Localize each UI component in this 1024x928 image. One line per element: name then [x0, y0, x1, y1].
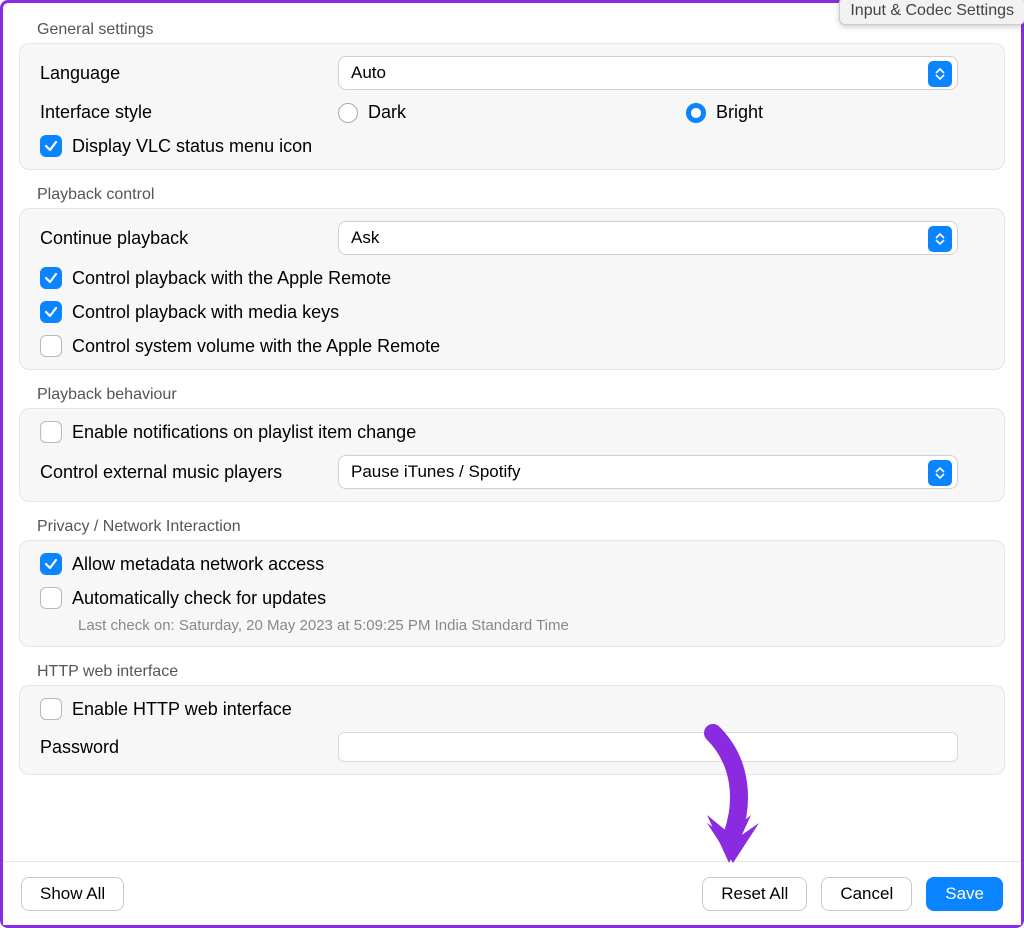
tooltip-input-codec-settings: Input & Codec Settings [839, 0, 1024, 25]
password-input[interactable] [338, 732, 958, 762]
updown-icon [928, 460, 952, 486]
cancel-button[interactable]: Cancel [821, 877, 912, 911]
label-language: Language [34, 63, 324, 84]
checkbox-label: Enable notifications on playlist item ch… [72, 422, 416, 443]
label-continue-playback: Continue playback [34, 228, 324, 249]
radio-dark[interactable]: Dark [338, 102, 406, 123]
select-external-players-value: Pause iTunes / Spotify [351, 462, 520, 482]
label-external-players: Control external music players [34, 462, 324, 483]
save-button[interactable]: Save [926, 877, 1003, 911]
updown-icon [928, 226, 952, 252]
section-title-playback-behaviour: Playback behaviour [37, 386, 1005, 404]
select-language-value: Auto [351, 63, 386, 83]
section-title-http: HTTP web interface [37, 663, 1005, 681]
group-playback-behaviour: Enable notifications on playlist item ch… [19, 408, 1005, 502]
group-http: Enable HTTP web interface Password [19, 685, 1005, 775]
checkbox-label: Automatically check for updates [72, 588, 326, 609]
checkbox-row-display-status-menu[interactable]: Display VLC status menu icon [34, 135, 990, 157]
last-check-note: Last check on: Saturday, 20 May 2023 at … [34, 617, 990, 634]
group-playback-control: Continue playback Ask Control playback w… [19, 208, 1005, 370]
select-continue-playback[interactable]: Ask [338, 221, 958, 255]
checkbox-icon [40, 301, 62, 323]
section-title-playback-control: Playback control [37, 186, 1005, 204]
show-all-button[interactable]: Show All [21, 877, 124, 911]
checkbox-label: Enable HTTP web interface [72, 699, 292, 720]
select-language[interactable]: Auto [338, 56, 958, 90]
settings-scroll-area: General settings Language Auto Interface… [3, 3, 1021, 861]
checkbox-label: Allow metadata network access [72, 554, 324, 575]
checkbox-row-auto-update[interactable]: Automatically check for updates [34, 587, 990, 609]
section-title-privacy: Privacy / Network Interaction [37, 518, 1005, 536]
radio-bright[interactable]: Bright [686, 102, 763, 123]
checkbox-row-notifications[interactable]: Enable notifications on playlist item ch… [34, 421, 990, 443]
select-external-players[interactable]: Pause iTunes / Spotify [338, 455, 958, 489]
label-password: Password [34, 737, 324, 758]
checkbox-row-metadata[interactable]: Allow metadata network access [34, 553, 990, 575]
checkbox-label: Control playback with media keys [72, 302, 339, 323]
checkbox-icon [40, 553, 62, 575]
checkbox-row-system-volume[interactable]: Control system volume with the Apple Rem… [34, 335, 990, 357]
group-privacy: Allow metadata network access Automatica… [19, 540, 1005, 647]
checkbox-label: Control system volume with the Apple Rem… [72, 336, 440, 357]
select-continue-playback-value: Ask [351, 228, 379, 248]
checkbox-icon [40, 267, 62, 289]
radio-bright-label: Bright [716, 102, 763, 123]
group-general: Language Auto Interface style [19, 43, 1005, 170]
updown-icon [928, 61, 952, 87]
checkbox-icon [40, 335, 62, 357]
radio-dot-icon [686, 103, 706, 123]
checkbox-label: Control playback with the Apple Remote [72, 268, 391, 289]
checkbox-icon [40, 135, 62, 157]
checkbox-icon [40, 421, 62, 443]
bottom-bar: Show All Reset All Cancel Save [3, 861, 1021, 925]
radio-dot-icon [338, 103, 358, 123]
checkbox-label: Display VLC status menu icon [72, 136, 312, 157]
checkbox-row-enable-http[interactable]: Enable HTTP web interface [34, 698, 990, 720]
checkbox-row-media-keys[interactable]: Control playback with media keys [34, 301, 990, 323]
checkbox-icon [40, 698, 62, 720]
reset-all-button[interactable]: Reset All [702, 877, 807, 911]
radio-dark-label: Dark [368, 102, 406, 123]
label-interface-style: Interface style [34, 102, 324, 123]
checkbox-icon [40, 587, 62, 609]
checkbox-row-apple-remote[interactable]: Control playback with the Apple Remote [34, 267, 990, 289]
